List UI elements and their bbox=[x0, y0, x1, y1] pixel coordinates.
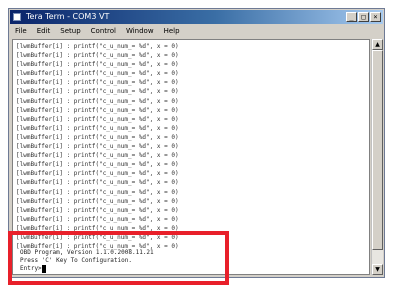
log-line: [lwmBuffer[i] : printf("c_u_num_= %d", x… bbox=[16, 152, 179, 160]
maximize-button[interactable]: □ bbox=[358, 12, 369, 22]
menu-help[interactable]: Help bbox=[159, 25, 185, 37]
scroll-thumb[interactable] bbox=[372, 50, 383, 250]
menu-setup[interactable]: Setup bbox=[55, 25, 85, 37]
scroll-down-icon[interactable]: ▼ bbox=[372, 264, 383, 275]
log-line: [lwmBuffer[i] : printf("c_u_num_= %d", x… bbox=[16, 143, 179, 151]
menu-edit[interactable]: Edit bbox=[32, 25, 56, 37]
text-cursor bbox=[41, 265, 46, 273]
log-line: [lwmBuffer[i] : printf("c_u_num_= %d", x… bbox=[16, 170, 179, 178]
log-line: [lwmBuffer[i] : printf("c_u_num_= %d", x… bbox=[16, 197, 179, 205]
log-line: [lwmBuffer[i] : printf("c_u_num_= %d", x… bbox=[16, 179, 179, 187]
log-line: [lwmBuffer[i] : printf("c_u_num_= %d", x… bbox=[16, 52, 179, 60]
log-line: [lwmBuffer[i] : printf("c_u_num_= %d", x… bbox=[16, 133, 179, 141]
log-line: [lwmBuffer[i] : printf("c_u_num_= %d", x… bbox=[16, 97, 179, 105]
window-controls: _ □ × bbox=[346, 12, 381, 22]
console-output: OBD Program, Version 1.1.0.2008.11.21 Pr… bbox=[20, 249, 220, 273]
log-line: [lwmBuffer[i] : printf("c_u_num_= %d", x… bbox=[16, 106, 179, 114]
menu-file[interactable]: File bbox=[10, 25, 32, 37]
console-instruction-line: Press 'C' Key To Configuration. bbox=[20, 257, 132, 264]
scroll-up-icon[interactable]: ▲ bbox=[372, 39, 383, 50]
log-line: [lwmBuffer[i] : printf("c_u_num_= %d", x… bbox=[16, 215, 179, 223]
log-line: [lwmBuffer[i] : printf("c_u_num_= %d", x… bbox=[16, 43, 179, 50]
window-title: Tera Term - COM3 VT bbox=[26, 12, 110, 21]
menu-window[interactable]: Window bbox=[121, 25, 159, 37]
log-line: [lwmBuffer[i] : printf("c_u_num_= %d", x… bbox=[16, 88, 179, 96]
log-line: [lwmBuffer[i] : printf("c_u_num_= %d", x… bbox=[16, 161, 179, 169]
log-line: [lwmBuffer[i] : printf("c_u_num_= %d", x… bbox=[16, 61, 179, 69]
minimize-button[interactable]: _ bbox=[346, 12, 357, 22]
close-button[interactable]: × bbox=[370, 12, 381, 22]
console-prompt: Entry> bbox=[20, 265, 42, 272]
log-line: [lwmBuffer[i] : printf("c_u_num_= %d", x… bbox=[16, 70, 179, 78]
log-line: [lwmBuffer[i] : printf("c_u_num_= %d", x… bbox=[16, 115, 179, 123]
title-bar[interactable]: Tera Term - COM3 VT _ □ × bbox=[10, 10, 383, 24]
menu-control[interactable]: Control bbox=[86, 25, 121, 37]
log-output: [lwmBuffer[i] : printf("c_u_num_= %d", x… bbox=[16, 42, 356, 251]
vertical-scrollbar[interactable]: ▲ ▼ bbox=[371, 39, 383, 275]
console-version-line: OBD Program, Version 1.1.0.2008.11.21 bbox=[20, 249, 154, 256]
log-line: [lwmBuffer[i] : printf("c_u_num_= %d", x… bbox=[16, 124, 179, 132]
menu-bar: File Edit Setup Control Window Help bbox=[10, 25, 383, 37]
app-icon bbox=[13, 13, 21, 21]
console-prompt-line[interactable]: Entry> bbox=[20, 265, 220, 273]
log-line: [lwmBuffer[i] : printf("c_u_num_= %d", x… bbox=[16, 79, 179, 87]
log-line: [lwmBuffer[i] : printf("c_u_num_= %d", x… bbox=[16, 188, 179, 196]
log-line: [lwmBuffer[i] : printf("c_u_num_= %d", x… bbox=[16, 206, 179, 214]
